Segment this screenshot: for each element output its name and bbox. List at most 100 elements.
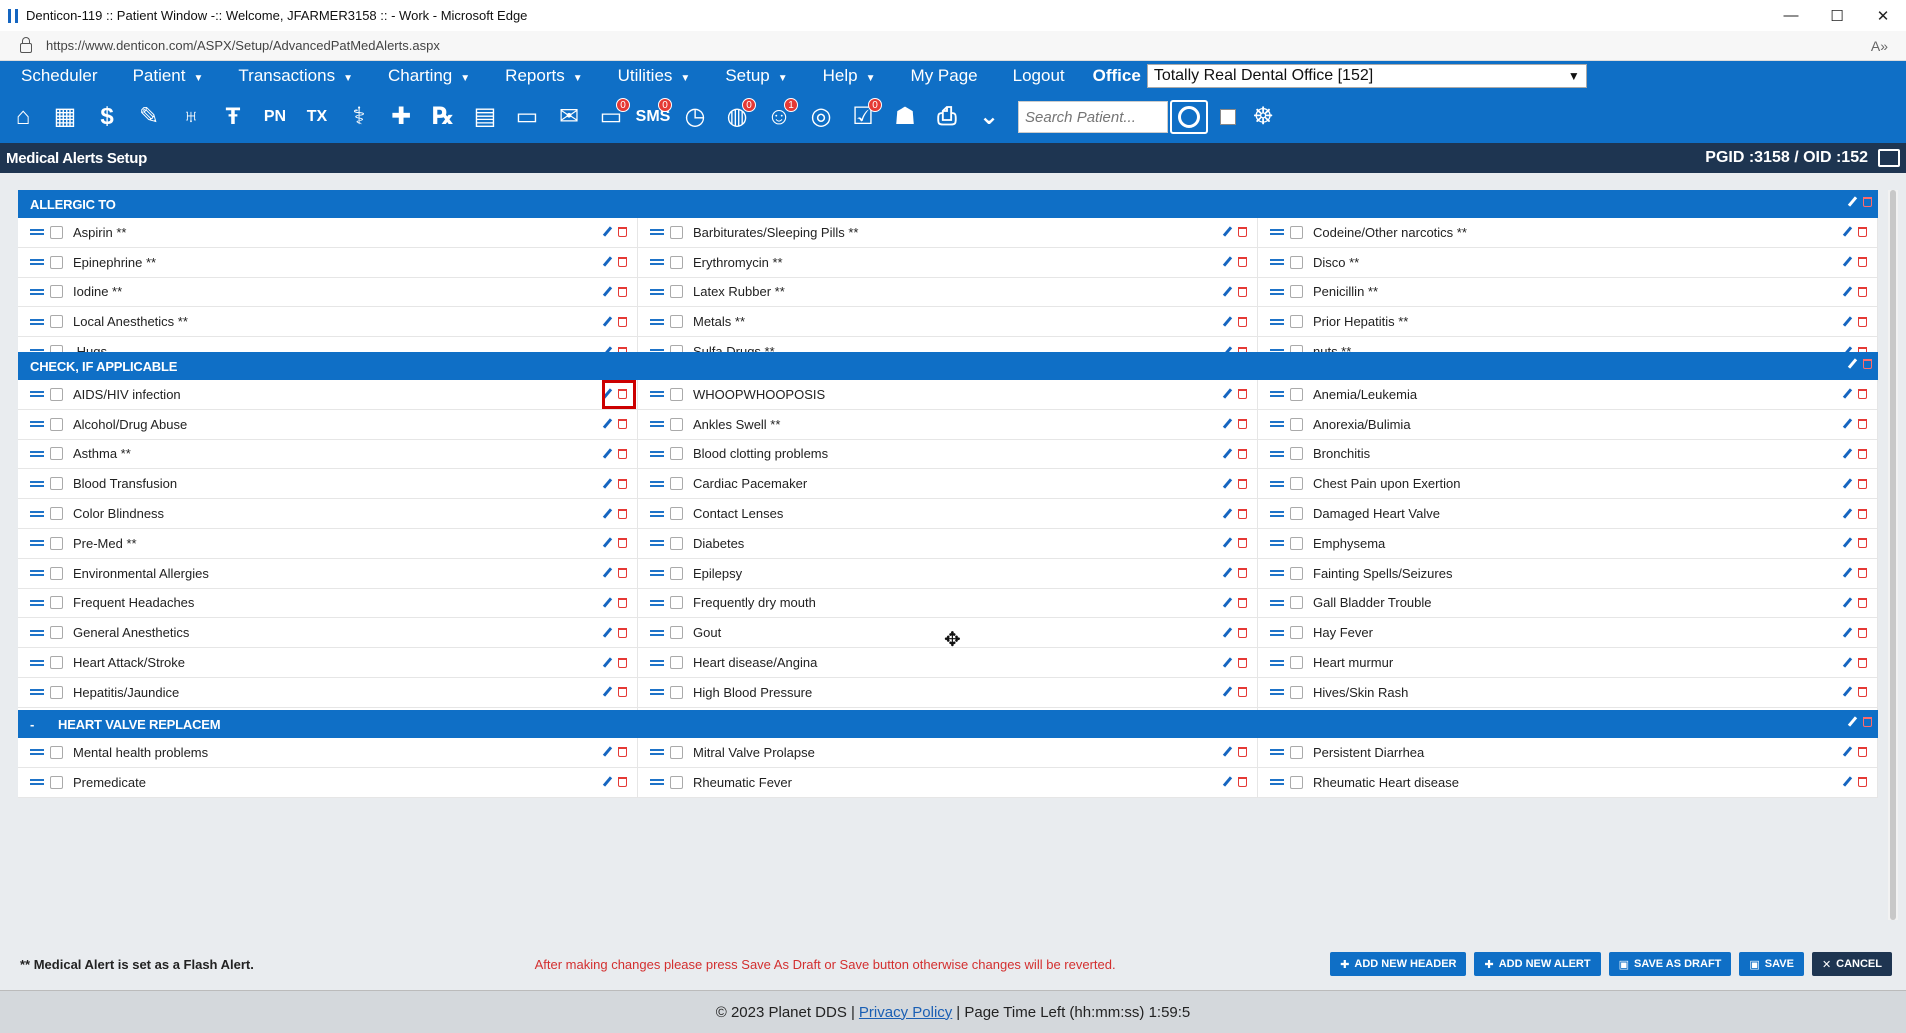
treatment-icon[interactable]: TX xyxy=(298,98,336,136)
alert-checkbox[interactable] xyxy=(670,507,683,521)
drag-handle-icon[interactable] xyxy=(650,510,664,517)
alert-checkbox[interactable] xyxy=(1290,507,1303,521)
alert-checkbox[interactable] xyxy=(1290,536,1303,550)
delete-icon[interactable] xyxy=(1238,627,1247,638)
menu-scheduler[interactable]: Scheduler xyxy=(0,66,112,86)
menu-transactions[interactable]: Transactions ▼ xyxy=(217,66,367,86)
alert-checkbox[interactable] xyxy=(1290,685,1303,699)
edit-icon[interactable] xyxy=(603,687,612,697)
alert-checkbox[interactable] xyxy=(670,596,683,610)
drag-handle-icon[interactable] xyxy=(1270,779,1284,786)
drag-handle-icon[interactable] xyxy=(650,391,664,398)
patient-search-icon[interactable] xyxy=(1170,100,1208,134)
delete-icon[interactable] xyxy=(618,568,627,579)
drag-handle-icon[interactable] xyxy=(650,318,664,325)
delete-icon[interactable] xyxy=(618,747,627,758)
delete-icon[interactable] xyxy=(1858,389,1867,400)
document-icon[interactable]: ▤ xyxy=(466,98,504,136)
delete-icon[interactable] xyxy=(1858,687,1867,698)
alert-checkbox[interactable] xyxy=(1290,285,1303,299)
alert-checkbox[interactable] xyxy=(50,417,63,431)
delete-icon[interactable] xyxy=(1858,538,1867,549)
drag-handle-icon[interactable] xyxy=(650,629,664,636)
scrollbar-thumb[interactable] xyxy=(1890,190,1896,920)
save-button[interactable]: ▣ SAVE xyxy=(1739,952,1804,976)
edit-icon[interactable] xyxy=(603,479,612,489)
alert-checkbox[interactable] xyxy=(50,745,63,759)
prescription-icon[interactable]: ℞ xyxy=(424,98,462,136)
print-icon[interactable]: ⎙ xyxy=(928,98,966,136)
delete-icon[interactable] xyxy=(1238,419,1247,430)
delete-icon[interactable] xyxy=(1238,687,1247,698)
add-new-alert-button[interactable]: ✚ ADD NEW ALERT xyxy=(1474,952,1601,976)
edit-icon[interactable] xyxy=(603,538,612,548)
edit-icon[interactable] xyxy=(1223,509,1232,519)
delete-icon[interactable] xyxy=(1238,448,1247,459)
delete-icon[interactable] xyxy=(618,478,627,489)
delete-icon[interactable] xyxy=(1238,568,1247,579)
edit-icon[interactable] xyxy=(1223,687,1232,697)
drag-handle-icon[interactable] xyxy=(30,510,44,517)
edit-icon[interactable] xyxy=(1223,598,1232,608)
alert-checkbox[interactable] xyxy=(50,387,63,401)
implant-icon[interactable]: Ŧ xyxy=(214,98,252,136)
drag-handle-icon[interactable] xyxy=(1270,659,1284,666)
alert-checkbox[interactable] xyxy=(670,417,683,431)
delete-icon[interactable] xyxy=(618,419,627,430)
delete-icon[interactable] xyxy=(1238,747,1247,758)
printer-icon[interactable] xyxy=(1878,149,1900,167)
alert-checkbox[interactable] xyxy=(670,656,683,670)
delete-icon[interactable] xyxy=(1858,627,1867,638)
alert-checkbox[interactable] xyxy=(1290,477,1303,491)
alert-checkbox[interactable] xyxy=(50,536,63,550)
alert-checkbox[interactable] xyxy=(50,477,63,491)
edit-icon[interactable] xyxy=(1223,538,1232,548)
edit-icon[interactable] xyxy=(1843,747,1852,757)
drag-handle-icon[interactable] xyxy=(30,259,44,266)
drag-handle-icon[interactable] xyxy=(650,749,664,756)
delete-icon[interactable] xyxy=(1238,316,1247,327)
alert-checkbox[interactable] xyxy=(670,255,683,269)
edit-icon[interactable] xyxy=(1843,509,1852,519)
menu-my-page[interactable]: My Page xyxy=(890,66,992,86)
edit-icon[interactable] xyxy=(1223,628,1232,638)
menu-reports[interactable]: Reports ▼ xyxy=(484,66,596,86)
delete-icon[interactable] xyxy=(618,687,627,698)
edit-icon[interactable] xyxy=(1843,687,1852,697)
drag-handle-icon[interactable] xyxy=(650,689,664,696)
drag-handle-icon[interactable] xyxy=(30,450,44,457)
add-medical-icon[interactable]: ✚ xyxy=(382,98,420,136)
drag-handle-icon[interactable] xyxy=(30,288,44,295)
menu-help[interactable]: Help ▼ xyxy=(802,66,890,86)
edit-icon[interactable] xyxy=(1843,479,1852,489)
edit-header-icon[interactable] xyxy=(1848,359,1857,369)
alert-checkbox[interactable] xyxy=(670,315,683,329)
edit-icon[interactable] xyxy=(1223,777,1232,787)
drag-handle-icon[interactable] xyxy=(30,659,44,666)
save-as-draft-button[interactable]: ▣ SAVE AS DRAFT xyxy=(1608,952,1732,976)
delete-icon[interactable] xyxy=(1238,508,1247,519)
drag-handle-icon[interactable] xyxy=(30,689,44,696)
edit-icon[interactable] xyxy=(603,598,612,608)
drag-handle-icon[interactable] xyxy=(1270,749,1284,756)
edit-icon[interactable] xyxy=(1843,777,1852,787)
edit-icon[interactable] xyxy=(603,777,612,787)
home-icon[interactable]: ⌂ xyxy=(4,98,42,136)
edit-icon[interactable] xyxy=(1223,389,1232,399)
scanner-icon[interactable]: ▭ xyxy=(508,98,546,136)
drag-handle-icon[interactable] xyxy=(1270,450,1284,457)
alert-checkbox[interactable] xyxy=(1290,566,1303,580)
alert-checkbox[interactable] xyxy=(50,507,63,521)
alert-checkbox[interactable] xyxy=(670,447,683,461)
search-patient-input[interactable] xyxy=(1018,101,1168,133)
drag-handle-icon[interactable] xyxy=(30,629,44,636)
url-field[interactable]: https://www.denticon.com/ASPX/Setup/Adva… xyxy=(46,38,1871,53)
globe-alerts-icon[interactable]: ◍ 0 xyxy=(718,98,756,136)
delete-icon[interactable] xyxy=(1238,227,1247,238)
edit-icon[interactable] xyxy=(1843,227,1852,237)
delete-header-icon[interactable] xyxy=(1863,359,1872,369)
add-new-header-button[interactable]: ✚ ADD NEW HEADER xyxy=(1330,952,1467,976)
edit-icon[interactable] xyxy=(1843,449,1852,459)
delete-icon[interactable] xyxy=(1858,508,1867,519)
alert-checkbox[interactable] xyxy=(670,626,683,640)
